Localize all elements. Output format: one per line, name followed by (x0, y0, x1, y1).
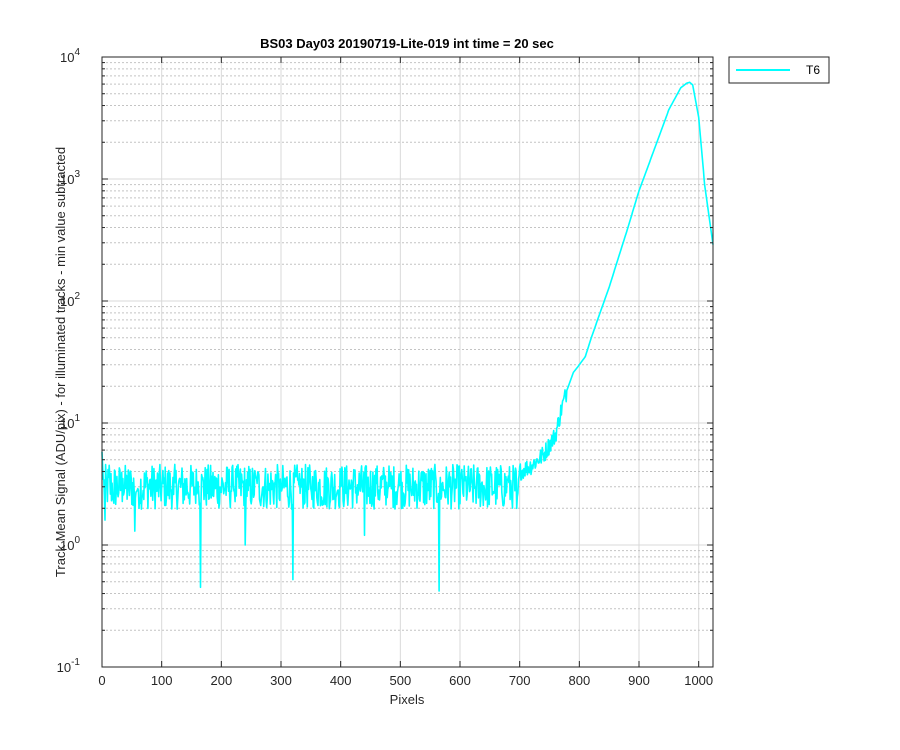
x-tick-label-9: 900 (628, 673, 650, 688)
legend: T6 (728, 56, 830, 84)
x-tick-label-0: 0 (98, 673, 105, 688)
x-axis-label: Pixels (390, 692, 425, 707)
x-tick-label-2: 200 (210, 673, 232, 688)
x-tick-label-6: 600 (449, 673, 471, 688)
y-tick-exp-2: 1 (74, 413, 80, 424)
x-tick-label-1: 100 (151, 673, 173, 688)
x-tick-label-7: 700 (509, 673, 531, 688)
y-tick-base-0: 10 (57, 660, 71, 675)
legend-label-t6: T6 (806, 63, 820, 77)
y-tick-exp-3: 2 (74, 291, 80, 302)
y-tick-label-5: 104 (60, 47, 80, 65)
chart: 0 100 200 300 400 500 600 700 800 900 1000 10-1100… (53, 36, 830, 707)
chart-title: BS03 Day03 20190719-Lite-019 int time = … (260, 36, 554, 51)
y-tick-exp-4: 3 (74, 169, 80, 180)
y-tick-label-0: 10-1 (57, 657, 81, 675)
y-tick-exp-1: 0 (74, 535, 80, 546)
y-tick-exp-0: -1 (71, 657, 80, 668)
y-tick-exp-5: 4 (74, 47, 80, 58)
x-tick-label-3: 300 (270, 673, 292, 688)
x-tick-label-5: 500 (389, 673, 411, 688)
y-tick-base-5: 10 (60, 50, 74, 65)
y-axis-label: Track Mean Signal (ADU/pix) - for illumi… (53, 147, 68, 577)
plot-background (102, 57, 713, 667)
x-tick-label-4: 400 (330, 673, 352, 688)
x-tick-label-8: 800 (568, 673, 590, 688)
x-tick-label-10: 1000 (684, 673, 713, 688)
